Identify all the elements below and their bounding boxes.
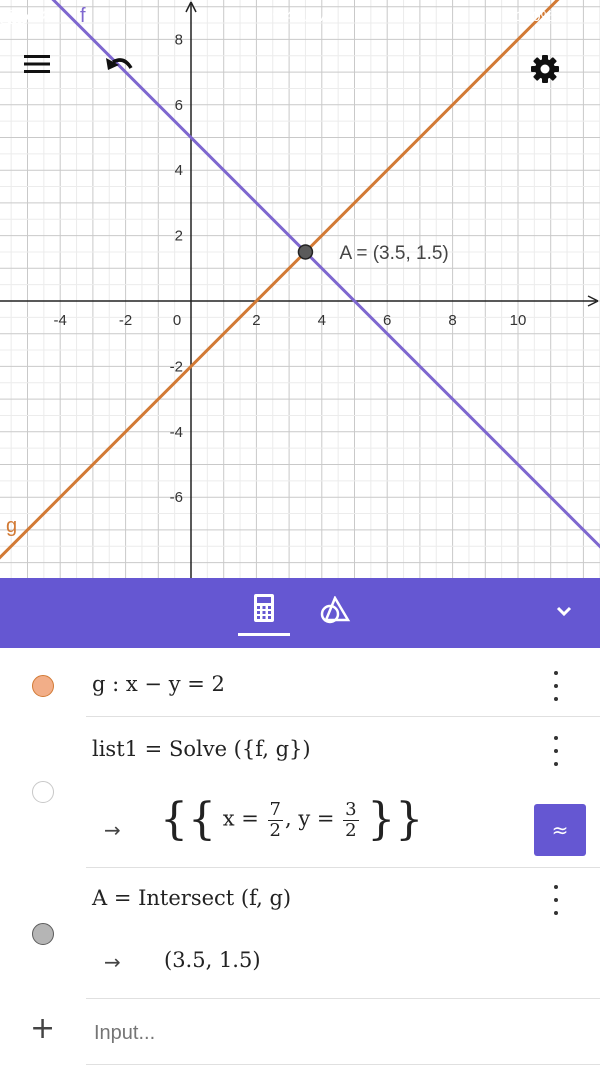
result-list1: {{ x = 7 2 , y = 3 2 }} [160,798,423,842]
row-menu-a[interactable] [546,885,566,915]
approximate-toggle-button[interactable]: ≈ [534,804,586,856]
divider [86,716,600,717]
undo-icon [106,58,133,70]
x-tick-label: 0 [173,312,181,329]
x-tick-label: -4 [54,312,67,329]
row-menu-g[interactable] [546,671,566,701]
graphics-view[interactable]: -4 -2 0 2 4 6 8 10 8 6 4 2 -2 -4 -6 f g A = (3.5, 1.5) 9:… [0,0,600,578]
y-tick-label: 2 [175,228,183,245]
algebra-view: g : x − y = 2 list1 = Solve ({f, g}) → {… [0,648,600,1065]
y-equals: y = [298,806,335,831]
result-a: (3.5, 1.5) [164,948,261,972]
y-tick-label: 6 [175,97,183,114]
x-equals: x = [222,806,259,831]
row-menu-list1[interactable] [546,736,566,766]
x-tick-label: 2 [252,312,260,329]
x-tick-label: 10 [510,312,527,329]
visibility-toggle-list1[interactable] [32,781,54,803]
line-g-label: g [6,515,17,537]
x-tick-label: -2 [119,312,132,329]
y-tick-label: -4 [170,424,183,441]
input-bar[interactable] [92,1016,566,1050]
calculator-icon [254,594,274,622]
expression-g[interactable]: g : x − y = 2 [92,672,225,696]
fraction-y-denominator: 2 [345,819,357,841]
battery-icon [0,10,29,24]
graph-canvas[interactable]: -4 -2 0 2 4 6 8 108642-2-4-6fgA = (3.5, 1.5) [0,0,600,578]
visibility-toggle-a[interactable] [32,923,54,945]
line-g [0,0,560,560]
undo-button[interactable] [104,54,148,98]
add-icon[interactable]: + [30,1014,55,1044]
gear-icon [531,55,559,83]
status-time: 9:41 AM [272,8,328,25]
tab-algebra[interactable] [238,588,290,638]
object-name-g: g [92,672,106,696]
brace-close: }} [367,794,424,845]
x-tick-label: 6 [383,312,391,329]
fraction-x-numerator: 7 [267,798,283,821]
result-arrow: → [104,950,121,974]
y-tick-label: 4 [175,162,183,179]
menu-icon [24,55,50,73]
y-tick-label: -6 [170,489,183,506]
shapes-icon [320,596,351,624]
divider [86,998,600,999]
x-tick-label: 4 [318,312,326,329]
fraction-y: 3 2 [343,798,359,841]
brace-open: {{ [160,794,216,845]
settings-button[interactable] [530,54,574,98]
equation-g: x − y = 2 [125,672,225,696]
status-bar: 9:41 AM 100% [0,0,600,34]
divider [86,867,600,868]
menu-button[interactable] [24,54,68,98]
tab-tools[interactable] [312,592,356,632]
fraction-x-denominator: 2 [269,819,281,841]
point-a-label: A = (3.5, 1.5) [339,243,448,264]
battery-percent: 100% [515,8,554,25]
collapse-button[interactable] [544,592,584,632]
x-tick-label: 8 [448,312,456,329]
active-tab-indicator [238,633,290,636]
chevron-down-icon [556,606,572,617]
result-arrow: → [104,818,121,842]
comma: , [284,806,292,831]
line-f [51,0,600,549]
definition-a[interactable]: A = Intersect (f, g) [92,886,291,910]
visibility-toggle-g[interactable] [32,675,54,697]
fraction-y-numerator: 3 [343,798,359,821]
definition-colon: : [112,672,120,696]
y-tick-label: -2 [170,358,183,375]
point-a [297,244,314,260]
view-toolbar [0,578,600,648]
fraction-x: 7 2 [267,798,283,841]
definition-list1[interactable]: list1 = Solve ({f, g}) [92,737,311,761]
